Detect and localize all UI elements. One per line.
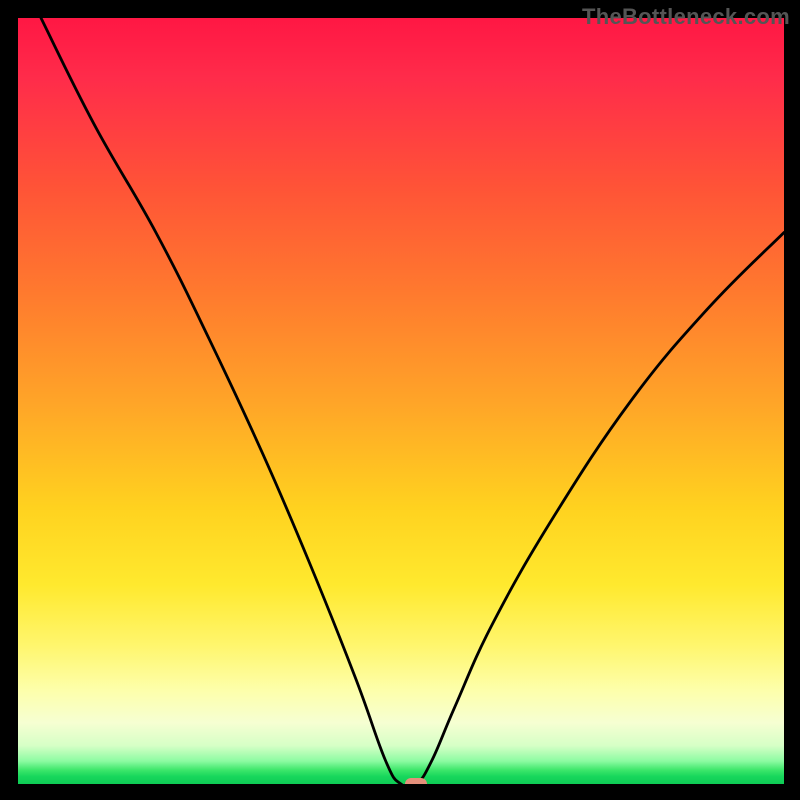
curve-path: [41, 18, 784, 784]
optimal-marker: [405, 778, 427, 784]
watermark-text: TheBottleneck.com: [582, 4, 790, 30]
bottleneck-curve: [18, 18, 784, 784]
chart-frame: TheBottleneck.com: [0, 0, 800, 800]
plot-area: [18, 18, 784, 784]
